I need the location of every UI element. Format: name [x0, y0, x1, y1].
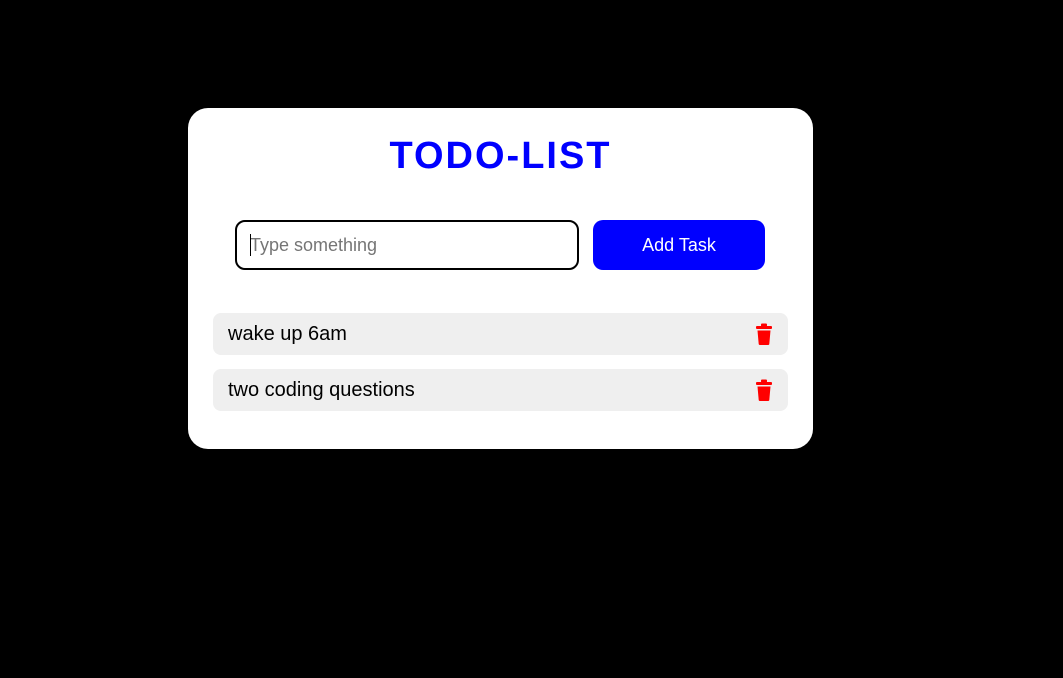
delete-task-button[interactable] [752, 378, 776, 402]
task-input[interactable] [235, 220, 579, 270]
input-row: Add Task [235, 220, 765, 270]
delete-task-button[interactable] [752, 322, 776, 346]
page-title: TODO-LIST [389, 135, 612, 177]
todo-card: TODO-LIST Add Task wake up 6am two codin… [188, 108, 813, 449]
task-text: wake up 6am [228, 323, 347, 345]
task-text: two coding questions [228, 379, 415, 401]
add-task-button[interactable]: Add Task [593, 220, 765, 270]
trash-icon [756, 323, 772, 345]
task-item: two coding questions [213, 369, 788, 411]
trash-icon [756, 379, 772, 401]
text-caret [250, 234, 251, 256]
task-list: wake up 6am two coding questions [213, 313, 788, 425]
task-item: wake up 6am [213, 313, 788, 355]
